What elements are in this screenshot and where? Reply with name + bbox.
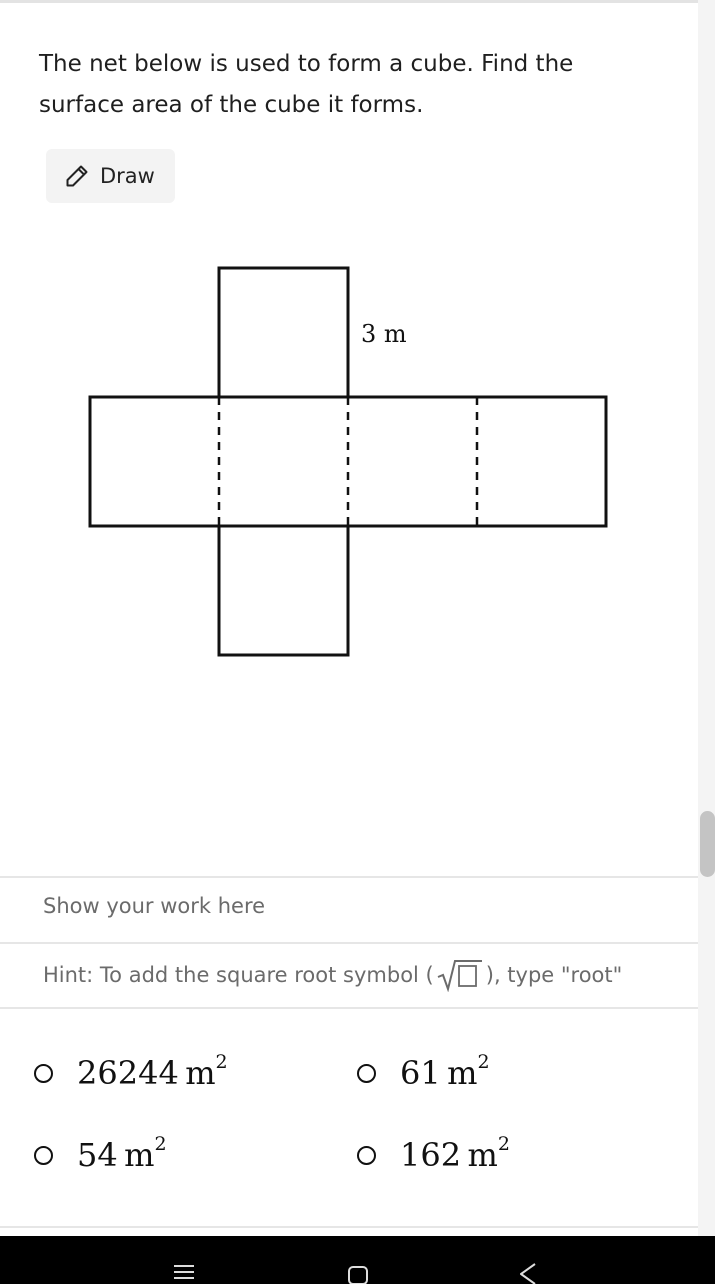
radio-button[interactable] bbox=[357, 1145, 376, 1165]
divider bbox=[0, 876, 698, 878]
scrollbar-thumb[interactable] bbox=[700, 811, 715, 877]
dimension-label: 3 m bbox=[361, 320, 407, 348]
divider bbox=[0, 1007, 698, 1009]
hint-prefix: Hint: To add the square root symbol ( bbox=[43, 963, 434, 987]
answer-option-2[interactable]: 61 m2 bbox=[357, 1051, 490, 1092]
show-work-field[interactable]: Show your work here bbox=[43, 894, 265, 918]
hint-text: Hint: To add the square root symbol ( ),… bbox=[43, 958, 623, 993]
radio-button[interactable] bbox=[34, 1145, 53, 1165]
square-root-icon bbox=[436, 958, 484, 993]
cube-net-figure: 3 m bbox=[88, 266, 608, 657]
hint-suffix: ), type "root" bbox=[485, 963, 623, 987]
option-label: 54 m2 bbox=[77, 1133, 167, 1174]
answer-option-3[interactable]: 54 m2 bbox=[34, 1133, 167, 1174]
net-face-top bbox=[217, 266, 350, 399]
option-label: 61 m2 bbox=[400, 1051, 490, 1092]
option-label: 26244 m2 bbox=[77, 1051, 228, 1092]
system-nav-bar bbox=[0, 1236, 715, 1285]
radio-button[interactable] bbox=[357, 1063, 376, 1083]
net-face-bottom bbox=[217, 524, 350, 657]
answer-option-1[interactable]: 26244 m2 bbox=[34, 1051, 228, 1092]
answer-option-4[interactable]: 162 m2 bbox=[357, 1133, 510, 1174]
option-label: 162 m2 bbox=[400, 1133, 510, 1174]
radio-button[interactable] bbox=[34, 1063, 53, 1083]
divider bbox=[0, 942, 698, 944]
divider bbox=[0, 1226, 698, 1228]
